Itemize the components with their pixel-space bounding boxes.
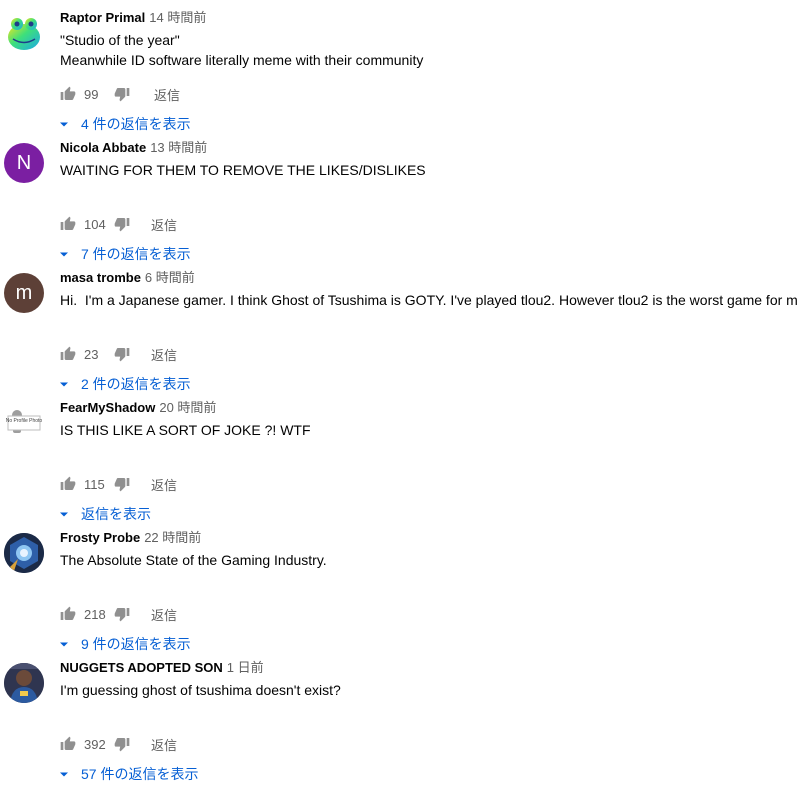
thumbs-up-icon[interactable] bbox=[60, 216, 76, 232]
comment-thread: N Nicola Abbate 13 時間前 WAITING FOR THEM T… bbox=[0, 140, 798, 270]
reply-button[interactable]: 返信 bbox=[151, 605, 177, 624]
like-count: 99 bbox=[84, 86, 99, 102]
comment-text: "Studio of the year" Meanwhile ID softwa… bbox=[60, 32, 424, 68]
view-replies-button[interactable]: 2 件の返信を表示 bbox=[60, 374, 191, 394]
avatar[interactable]: No Profile Photo bbox=[4, 403, 44, 443]
thumbs-up-icon[interactable] bbox=[60, 346, 76, 362]
author-name[interactable]: Nicola Abbate bbox=[60, 140, 146, 155]
caret-down-icon bbox=[60, 382, 68, 386]
comment-text: WAITING FOR THEM TO REMOVE THE LIKES/DIS… bbox=[60, 162, 426, 178]
reply-button[interactable]: 返信 bbox=[151, 215, 177, 234]
author-name[interactable]: Raptor Primal bbox=[60, 10, 145, 25]
avatar[interactable]: m bbox=[4, 273, 44, 313]
thumbs-down-icon[interactable] bbox=[114, 736, 130, 752]
view-replies-label: 57 件の返信を表示 bbox=[81, 766, 199, 782]
reply-button[interactable]: 返信 bbox=[151, 475, 177, 494]
comment-text: Hi. I'm a Japanese gamer. I think Ghost … bbox=[60, 292, 798, 308]
comment-actions: 23 返信 bbox=[60, 342, 177, 366]
comment-header: Nicola Abbate 13 時間前 bbox=[60, 139, 207, 157]
view-replies-button[interactable]: 57 件の返信を表示 bbox=[60, 764, 198, 784]
caret-down-icon bbox=[60, 772, 68, 776]
comment-header: Raptor Primal 14 時間前 bbox=[60, 9, 206, 27]
comment-actions: 115 返信 bbox=[60, 472, 177, 496]
comment-actions: 392 返信 bbox=[60, 732, 177, 756]
like-count: 104 bbox=[84, 216, 106, 232]
comment-header: Frosty Probe 22 時間前 bbox=[60, 529, 201, 547]
comment-text: IS THIS LIKE A SORT OF JOKE ?! WTF bbox=[60, 422, 311, 438]
comment-actions: 99 返信 bbox=[60, 82, 180, 106]
author-name[interactable]: Frosty Probe bbox=[60, 530, 140, 545]
thumbs-down-icon[interactable] bbox=[114, 216, 130, 232]
avatar[interactable] bbox=[4, 13, 44, 53]
reply-button[interactable]: 返信 bbox=[151, 345, 177, 364]
thumbs-up-icon[interactable] bbox=[60, 476, 76, 492]
view-replies-button[interactable]: 7 件の返信を表示 bbox=[60, 244, 191, 264]
timestamp[interactable]: 14 時間前 bbox=[149, 10, 206, 25]
timestamp[interactable]: 1 日前 bbox=[227, 660, 264, 675]
view-replies-label: 4 件の返信を表示 bbox=[81, 116, 191, 132]
author-name[interactable]: FearMyShadow bbox=[60, 400, 155, 415]
view-replies-button[interactable]: 9 件の返信を表示 bbox=[60, 634, 191, 654]
timestamp[interactable]: 20 時間前 bbox=[159, 400, 216, 415]
emblem-avatar-icon bbox=[4, 533, 44, 573]
comment-text: The Absolute State of the Gaming Industr… bbox=[60, 552, 327, 568]
comment-header: FearMyShadow 20 時間前 bbox=[60, 399, 216, 417]
avatar[interactable] bbox=[4, 663, 44, 703]
caret-down-icon bbox=[60, 252, 68, 256]
thumbs-down-icon[interactable] bbox=[114, 86, 130, 102]
author-name[interactable]: masa trombe bbox=[60, 270, 141, 285]
view-replies-label: 返信を表示 bbox=[81, 506, 151, 522]
thumbs-down-icon[interactable] bbox=[114, 476, 130, 492]
caret-down-icon bbox=[60, 122, 68, 126]
like-count: 23 bbox=[84, 346, 99, 362]
avatar-letter: N bbox=[16, 151, 32, 174]
reply-button[interactable]: 返信 bbox=[154, 85, 180, 104]
view-replies-label: 2 件の返信を表示 bbox=[81, 376, 191, 392]
comment-text: I'm guessing ghost of tsushima doesn't e… bbox=[60, 682, 341, 698]
thumbs-down-icon[interactable] bbox=[114, 346, 130, 362]
thumbs-up-icon[interactable] bbox=[60, 736, 76, 752]
comment-thread: m masa trombe 6 時間前 Hi. I'm a Japanese ga… bbox=[0, 270, 798, 400]
caret-down-icon bbox=[60, 512, 68, 516]
reply-button[interactable]: 返信 bbox=[151, 735, 177, 754]
thumbs-up-icon[interactable] bbox=[60, 86, 76, 102]
thumbs-up-icon[interactable] bbox=[60, 606, 76, 622]
timestamp[interactable]: 22 時間前 bbox=[144, 530, 201, 545]
comment-thread: Frosty Probe 22 時間前 The Absolute State of… bbox=[0, 530, 798, 660]
avatar[interactable] bbox=[4, 533, 44, 573]
avatar-letter: m bbox=[15, 281, 33, 304]
view-replies-label: 7 件の返信を表示 bbox=[81, 246, 191, 262]
author-name[interactable]: NUGGETS ADOPTED SON bbox=[60, 660, 223, 675]
view-replies-button[interactable]: 返信を表示 bbox=[60, 504, 151, 524]
like-count: 115 bbox=[84, 476, 105, 492]
like-count: 218 bbox=[84, 606, 106, 622]
frog-avatar-icon bbox=[8, 18, 40, 50]
comment-header: masa trombe 6 時間前 bbox=[60, 269, 195, 287]
comment-thread: No Profile Photo FearMyShadow 20 時間前 IS T… bbox=[0, 400, 798, 530]
like-count: 392 bbox=[84, 736, 106, 752]
thumbs-down-icon[interactable] bbox=[114, 606, 130, 622]
comment-header: NUGGETS ADOPTED SON 1 日前 bbox=[60, 659, 264, 677]
timestamp[interactable]: 6 時間前 bbox=[145, 270, 195, 285]
caret-down-icon bbox=[60, 642, 68, 646]
player-photo-avatar-icon bbox=[4, 663, 44, 703]
view-replies-button[interactable]: 4 件の返信を表示 bbox=[60, 114, 191, 134]
avatar[interactable]: N bbox=[4, 143, 44, 183]
view-replies-label: 9 件の返信を表示 bbox=[81, 636, 191, 652]
comment-actions: 104 返信 bbox=[60, 212, 177, 236]
no-profile-photo-icon: No Profile Photo bbox=[6, 410, 43, 433]
comment-thread: NUGGETS ADOPTED SON 1 日前 I'm guessing gho… bbox=[0, 660, 798, 790]
timestamp[interactable]: 13 時間前 bbox=[150, 140, 207, 155]
comment-thread: Raptor Primal 14 時間前 "Studio of the year"… bbox=[0, 10, 798, 140]
comment-actions: 218 返信 bbox=[60, 602, 177, 626]
avatar-caption: No Profile Photo bbox=[6, 418, 43, 424]
